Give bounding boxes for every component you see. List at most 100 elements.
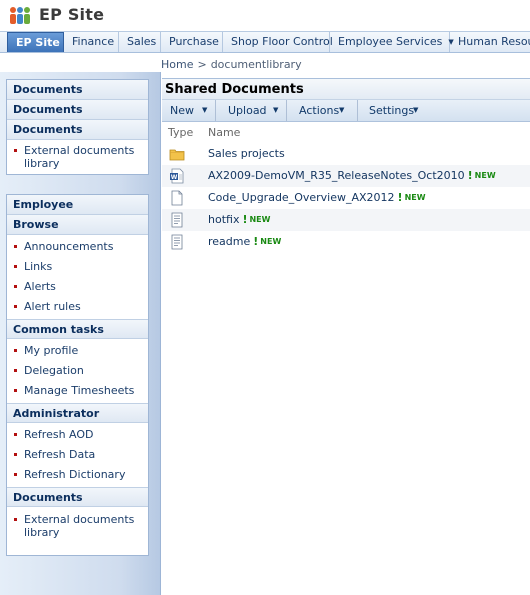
nav-header-documents[interactable]: Documents bbox=[7, 100, 148, 120]
list-item[interactable]: Sales projects bbox=[162, 143, 530, 165]
nav-item-label: Alerts bbox=[24, 280, 56, 293]
tab-purchase[interactable]: Purchase bbox=[161, 32, 223, 52]
nav-item-delegation[interactable]: Delegation bbox=[7, 361, 148, 380]
nav-item-my-profile[interactable]: My profile bbox=[7, 341, 148, 360]
nav-item-label: My profile bbox=[24, 344, 79, 357]
list-item[interactable]: hotfix! NEW bbox=[162, 209, 530, 231]
column-header-type[interactable]: Type bbox=[168, 126, 193, 139]
tab-employee-services[interactable]: Employee Services ▼ bbox=[330, 32, 454, 52]
top-navigation: EP Site Finance Sales Purchase Shop Floo… bbox=[0, 31, 530, 53]
library-title[interactable]: Shared Documents bbox=[162, 78, 530, 100]
nav-item-label: Refresh AOD bbox=[24, 428, 94, 441]
people-logo-icon bbox=[10, 7, 30, 24]
nav-header-documents[interactable]: Documents bbox=[7, 487, 148, 507]
documents-list: External documents library bbox=[7, 507, 148, 542]
tab-label: Employee Services bbox=[338, 35, 443, 48]
tab-label: Human Resources bbox=[458, 35, 530, 48]
new-badge: NEW bbox=[404, 193, 426, 202]
nav-header-common-tasks[interactable]: Common tasks bbox=[7, 319, 148, 339]
text-doc-icon bbox=[171, 212, 183, 228]
new-badge: NEW bbox=[260, 237, 282, 246]
new-exclamation-icon: ! bbox=[242, 213, 248, 226]
list-item[interactable]: readme! NEW bbox=[162, 231, 530, 253]
nav-item-refresh-dictionary[interactable]: Refresh Dictionary bbox=[7, 465, 148, 484]
settings-menu-button[interactable]: Settings ▼ bbox=[361, 100, 430, 121]
site-header: EP Site bbox=[0, 0, 530, 31]
nav-item-announcements[interactable]: Announcements bbox=[7, 237, 148, 256]
bullet-icon bbox=[14, 265, 17, 268]
nav-item-label: External documents library bbox=[24, 513, 135, 539]
list-item[interactable]: W AX2009-DemoVM_R35_ReleaseNotes_Oct2010… bbox=[162, 165, 530, 187]
document-list: Sales projects W AX2009-DemoVM_R35_Relea… bbox=[162, 143, 530, 263]
nav-header-documents[interactable]: Documents bbox=[7, 120, 148, 140]
chevron-down-icon: ▼ bbox=[273, 106, 279, 114]
nav-item-refresh-data[interactable]: Refresh Data bbox=[7, 445, 148, 464]
new-exclamation-icon: ! bbox=[467, 169, 473, 182]
breadcrumb: Home > documentlibrary bbox=[161, 58, 302, 71]
actions-menu-button[interactable]: Actions ▼ bbox=[291, 100, 358, 121]
new-menu-button[interactable]: New ▼ bbox=[162, 100, 216, 121]
document-name-link[interactable]: readme! NEW bbox=[208, 235, 281, 248]
breadcrumb-separator: > bbox=[197, 58, 207, 71]
blank-doc-icon bbox=[171, 190, 183, 206]
document-name-link[interactable]: hotfix! NEW bbox=[208, 213, 270, 226]
nav-item-label: Refresh Data bbox=[24, 448, 96, 461]
tab-ep-site[interactable]: EP Site bbox=[7, 32, 64, 52]
nav-item-external-documents-library[interactable]: External documents library bbox=[7, 510, 148, 542]
upload-menu-button[interactable]: Upload ▼ bbox=[220, 100, 287, 121]
document-name-text: hotfix bbox=[208, 213, 240, 226]
employee-nav-box: Employee Browse Announcements Links Aler… bbox=[6, 194, 149, 556]
nav-item-label: Manage Timesheets bbox=[24, 384, 135, 397]
nav-header-documents[interactable]: Documents bbox=[7, 80, 148, 100]
bullet-icon bbox=[14, 433, 17, 436]
document-name-text: readme bbox=[208, 235, 251, 248]
document-library: Shared Documents New ▼ Upload ▼ Actions ▼ S… bbox=[162, 78, 530, 263]
nav-item-links[interactable]: Links bbox=[7, 257, 148, 276]
nav-item-label: Links bbox=[24, 260, 53, 273]
nav-item-label: Alert rules bbox=[24, 300, 81, 313]
chevron-down-icon: ▼ bbox=[413, 106, 419, 114]
nav-item-external-documents-library[interactable]: External documents library bbox=[7, 140, 148, 173]
document-name-link[interactable]: Code_Upgrade_Overview_AX2012! NEW bbox=[208, 191, 426, 204]
chevron-down-icon: ▼ bbox=[202, 106, 208, 114]
bullet-icon bbox=[14, 453, 17, 456]
nav-item-manage-timesheets[interactable]: Manage Timesheets bbox=[7, 381, 148, 400]
document-name-link[interactable]: Sales projects bbox=[208, 147, 285, 160]
nav-item-refresh-aod[interactable]: Refresh AOD bbox=[7, 425, 148, 444]
document-name-link[interactable]: AX2009-DemoVM_R35_ReleaseNotes_Oct2010! N… bbox=[208, 169, 496, 182]
bullet-icon bbox=[14, 349, 17, 352]
library-toolbar: New ▼ Upload ▼ Actions ▼ Settings ▼ bbox=[162, 100, 530, 122]
tab-human-resources[interactable]: Human Resources bbox=[450, 32, 530, 52]
word-doc-icon: W bbox=[170, 168, 184, 184]
nav-header-administrator[interactable]: Administrator bbox=[7, 403, 148, 423]
nav-item-label: Announcements bbox=[24, 240, 114, 253]
tab-label: Sales bbox=[127, 35, 157, 48]
bullet-icon bbox=[14, 285, 17, 288]
nav-header-employee[interactable]: Employee bbox=[7, 195, 148, 215]
bullet-icon bbox=[14, 369, 17, 372]
tab-finance[interactable]: Finance bbox=[64, 32, 119, 52]
new-exclamation-icon: ! bbox=[397, 191, 403, 204]
documents-nav-box: Documents Documents Documents External d… bbox=[6, 79, 149, 175]
chevron-down-icon: ▼ bbox=[339, 106, 345, 114]
site-title[interactable]: EP Site bbox=[39, 5, 104, 24]
nav-item-alerts[interactable]: Alerts bbox=[7, 277, 148, 296]
tab-sales[interactable]: Sales bbox=[119, 32, 161, 52]
nav-item-label: Refresh Dictionary bbox=[24, 468, 126, 481]
nav-header-browse[interactable]: Browse bbox=[7, 215, 148, 235]
bullet-icon bbox=[14, 389, 17, 392]
tab-shop-floor-control[interactable]: Shop Floor Control bbox=[223, 32, 333, 52]
bullet-icon bbox=[14, 305, 17, 308]
quick-launch-panel: Documents Documents Documents External d… bbox=[0, 72, 161, 595]
tab-label: EP Site bbox=[16, 36, 60, 49]
column-headers: Type Name bbox=[162, 122, 530, 143]
breadcrumb-home-link[interactable]: Home bbox=[161, 58, 193, 71]
nav-item-label: External documents library bbox=[24, 144, 135, 170]
list-item[interactable]: Code_Upgrade_Overview_AX2012! NEW bbox=[162, 187, 530, 209]
svg-text:W: W bbox=[171, 174, 178, 181]
nav-item-alert-rules[interactable]: Alert rules bbox=[7, 297, 148, 316]
column-header-name[interactable]: Name bbox=[208, 126, 240, 139]
document-name-text: Code_Upgrade_Overview_AX2012 bbox=[208, 191, 395, 204]
folder-icon bbox=[169, 149, 185, 161]
breadcrumb-current: documentlibrary bbox=[210, 58, 302, 71]
